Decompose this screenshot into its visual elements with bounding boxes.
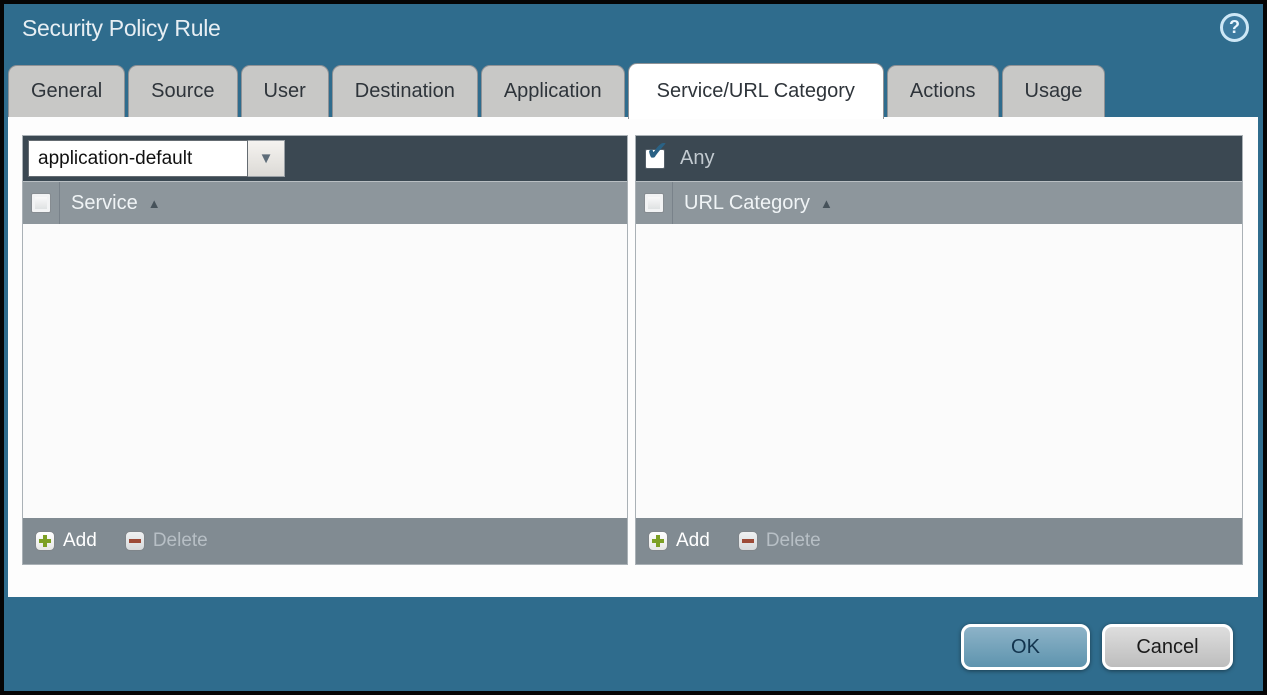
add-plus-icon [648,531,668,551]
url-category-column-header: URL Category ▲ [636,181,1242,224]
url-category-column-label: URL Category [684,192,810,215]
checkmark-icon: ✔ [646,138,669,165]
url-category-column-label-cell: URL Category ▲ [673,182,833,224]
url-category-any-label: Any [680,147,714,170]
url-category-panel: ✔ Any URL Category ▲ Add [635,135,1243,565]
add-plus-icon [35,531,55,551]
ok-button[interactable]: OK [961,624,1090,670]
service-type-dropdown-button[interactable]: ▼ [248,140,285,177]
service-delete-label: Delete [153,530,208,552]
tab-destination[interactable]: Destination [332,65,478,117]
url-category-any-row: ✔ Any [636,147,714,170]
url-category-panel-footer: Add Delete [636,518,1242,564]
delete-minus-icon [738,531,758,551]
chevron-down-icon: ▼ [259,150,274,167]
help-icon[interactable]: ? [1220,13,1249,42]
tab-actions[interactable]: Actions [887,65,999,117]
tab-content: application-default ▼ Service ▲ [8,117,1258,597]
url-category-delete-button[interactable]: Delete [738,530,821,552]
service-type-dropdown-value[interactable]: application-default [28,140,248,177]
sort-ascending-icon[interactable]: ▲ [820,196,833,211]
url-category-add-button[interactable]: Add [648,530,710,552]
url-category-any-checkbox[interactable]: ✔ [645,149,665,169]
service-panel-footer: Add Delete [23,518,627,564]
url-category-list [636,224,1242,518]
service-list [23,224,627,518]
service-select-all-cell [23,182,60,224]
delete-minus-icon [125,531,145,551]
tab-source[interactable]: Source [128,65,237,117]
sort-ascending-icon[interactable]: ▲ [148,196,161,211]
cancel-button[interactable]: Cancel [1102,624,1233,670]
security-policy-rule-dialog: Security Policy Rule ? General Source Us… [0,0,1267,695]
service-add-button[interactable]: Add [35,530,97,552]
url-category-delete-label: Delete [766,530,821,552]
tab-service-url-category[interactable]: Service/URL Category [628,63,884,119]
tab-bar: General Source User Destination Applicat… [8,65,1105,117]
url-category-select-all-cell [636,182,673,224]
tab-usage[interactable]: Usage [1002,65,1106,117]
service-panel-header: application-default ▼ [23,136,627,181]
service-delete-button[interactable]: Delete [125,530,208,552]
url-category-panel-header: ✔ Any [636,136,1242,181]
dialog-title: Security Policy Rule [22,15,221,42]
service-type-dropdown: application-default ▼ [28,140,285,177]
url-category-add-label: Add [676,530,710,552]
tab-general[interactable]: General [8,65,125,117]
help-icon-glyph: ? [1229,17,1240,38]
service-add-label: Add [63,530,97,552]
tab-application[interactable]: Application [481,65,625,117]
service-panel: application-default ▼ Service ▲ [22,135,628,565]
url-category-select-all-checkbox[interactable] [644,193,664,213]
service-column-label-cell: Service ▲ [60,182,161,224]
service-select-all-checkbox[interactable] [31,193,51,213]
tab-user[interactable]: User [241,65,329,117]
service-column-label: Service [71,192,138,215]
service-column-header: Service ▲ [23,181,627,224]
